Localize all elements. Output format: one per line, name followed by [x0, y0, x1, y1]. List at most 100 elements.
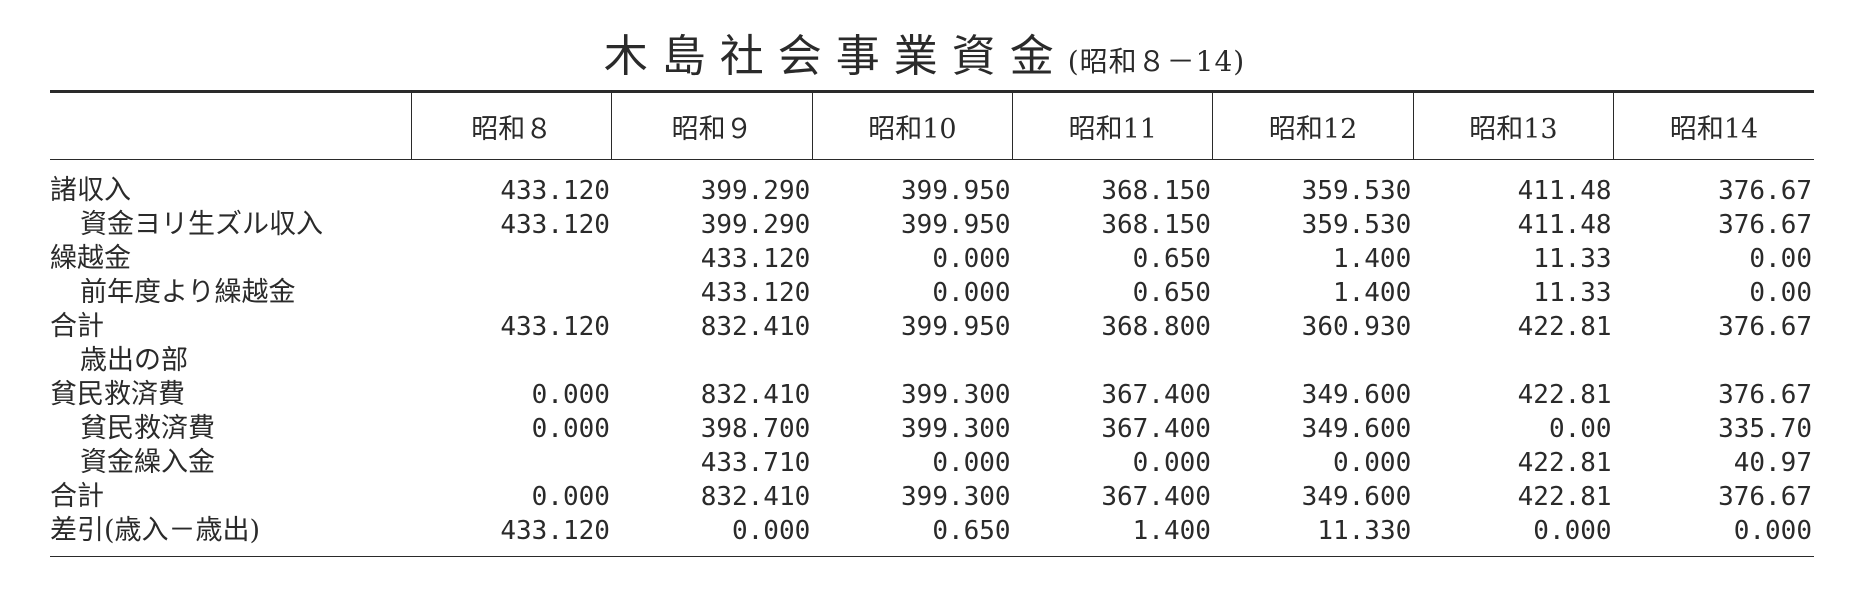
value-cell: [812, 344, 1012, 378]
value-cell: 368.150: [1101, 176, 1211, 206]
table-row: 合計 0.000 832.410 399.300 367.400 349.600 422.8…: [50, 480, 1814, 514]
value-cell: 399.300: [901, 482, 1011, 512]
value-cell: 368.150: [1101, 210, 1211, 240]
value-cell: 359.530: [1301, 176, 1412, 206]
value-cell: 376.67: [1718, 380, 1812, 410]
value-cell: 0.000: [932, 448, 1011, 478]
value-cell: 0.000: [531, 482, 610, 512]
table-row: 資金ヨリ生ズル収入 433.120 399.290 399.950 368.150 359…: [50, 208, 1814, 242]
value-cell: 349.600: [1301, 482, 1412, 512]
value-cell: 832.410: [700, 482, 811, 512]
value-cell: 422.81: [1517, 482, 1612, 512]
value-cell: 422.81: [1517, 448, 1612, 478]
value-cell: 411.48: [1517, 210, 1612, 240]
value-cell: [1213, 344, 1413, 378]
column-header: 昭和13: [1412, 90, 1614, 160]
column-header: 昭和10: [811, 90, 1013, 160]
row-label: 貧民救済費: [80, 413, 215, 444]
column-header: 昭和14: [1613, 90, 1814, 160]
value-cell: 376.67: [1718, 210, 1812, 240]
value-cell: 0.650: [1132, 244, 1211, 274]
value-cell: 376.67: [1718, 312, 1812, 342]
column-header: 昭和８: [411, 90, 612, 160]
value-cell: [612, 344, 812, 378]
value-cell: 360.930: [1301, 312, 1412, 342]
value-cell: 367.400: [1101, 414, 1211, 444]
value-cell: [412, 344, 612, 378]
value-cell: 335.70: [1718, 414, 1812, 444]
value-cell: 367.400: [1101, 380, 1211, 410]
table-row: 繰越金 433.120 0.000 0.650 1.400 11.33 0.00: [50, 242, 1814, 276]
value-cell: 0.000: [531, 380, 610, 410]
row-label: 繰越金: [50, 243, 131, 274]
row-label: 前年度より繰越金: [80, 277, 296, 308]
table-row: 資金繰入金 433.710 0.000 0.000 0.000 422.81 40.97: [50, 446, 1814, 480]
table-row: 歳出の部: [50, 344, 1814, 378]
value-cell: 0.000: [1613, 514, 1814, 557]
value-cell: 0.000: [1413, 514, 1614, 557]
row-label: 歳出の部: [80, 345, 188, 376]
column-header: 昭和12: [1212, 90, 1414, 160]
row-label: 資金ヨリ生ズル収入: [80, 209, 323, 240]
fund-table: 昭和８ 昭和９ 昭和10 昭和11 昭和12 昭和13 昭和14 諸収入 433.…: [50, 90, 1814, 557]
value-cell: 832.410: [700, 380, 811, 410]
row-label: 合計: [50, 481, 104, 512]
value-cell: 399.950: [901, 210, 1011, 240]
value-cell: 376.67: [1718, 176, 1812, 206]
value-cell: 433.120: [500, 210, 610, 240]
value-cell: 367.400: [1101, 482, 1211, 512]
value-cell: [412, 276, 612, 310]
value-cell: 11.33: [1533, 244, 1612, 274]
value-cell: 0.650: [812, 514, 1013, 557]
value-cell: 376.67: [1718, 482, 1812, 512]
value-cell: 1.400: [1332, 278, 1412, 308]
row-label: 貧民救済費: [50, 379, 185, 410]
value-cell: 422.81: [1517, 380, 1612, 410]
value-cell: 0.000: [1132, 448, 1211, 478]
row-label: 諸収入: [50, 175, 131, 206]
table-row: 差引(歳入－歳出) 433.120 0.000 0.650 1.400 11.330 0.0…: [50, 514, 1814, 557]
value-cell: 411.48: [1517, 176, 1612, 206]
value-cell: 11.330: [1212, 514, 1414, 557]
value-cell: 0.000: [932, 244, 1011, 274]
value-cell: 433.120: [411, 514, 612, 557]
page-title: 木島社会事業資金(昭和８－14): [0, 20, 1849, 84]
value-cell: 0.650: [1132, 278, 1211, 308]
value-cell: 832.410: [700, 312, 811, 342]
value-cell: 0.00: [1749, 244, 1812, 274]
header-corner-cell: [50, 90, 412, 160]
value-cell: 368.800: [1101, 312, 1211, 342]
value-cell: 0.000: [932, 278, 1011, 308]
table-row: 貧民救済費 0.000 398.700 399.300 367.400 349.600 0.…: [50, 412, 1814, 446]
value-cell: 399.300: [901, 380, 1011, 410]
value-cell: [1413, 344, 1613, 378]
title-main: 木島社会事業資金: [603, 31, 1068, 82]
table-row: 前年度より繰越金 433.120 0.000 0.650 1.400 11.33 0.00: [50, 276, 1814, 310]
row-label: 資金繰入金: [80, 447, 215, 478]
value-cell: 399.290: [700, 210, 811, 240]
column-header: 昭和11: [1012, 90, 1213, 160]
value-cell: 0.000: [1332, 448, 1412, 478]
value-cell: 359.530: [1301, 210, 1412, 240]
value-cell: [1614, 344, 1814, 378]
row-label: 差引(歳入－歳出): [50, 514, 412, 557]
value-cell: [1013, 344, 1213, 378]
value-cell: 399.290: [700, 176, 811, 206]
table-body: 諸収入 433.120 399.290 399.950 368.150 359.530 41…: [50, 160, 1814, 557]
value-cell: 398.700: [700, 414, 811, 444]
value-cell: 422.81: [1517, 312, 1612, 342]
value-cell: 349.600: [1301, 380, 1412, 410]
column-header: 昭和９: [611, 90, 813, 160]
table-row: 諸収入 433.120 399.290 399.950 368.150 359.530 41…: [50, 160, 1814, 209]
value-cell: 0.000: [531, 414, 610, 444]
value-cell: [412, 446, 612, 480]
row-label: 合計: [50, 311, 104, 342]
value-cell: 433.120: [500, 176, 610, 206]
value-cell: 0.00: [1749, 278, 1812, 308]
value-cell: 399.300: [901, 414, 1011, 444]
value-cell: 433.120: [500, 312, 610, 342]
value-cell: 433.120: [700, 278, 811, 308]
value-cell: 0.000: [611, 514, 813, 557]
value-cell: 399.950: [901, 312, 1011, 342]
value-cell: 40.97: [1733, 448, 1812, 478]
